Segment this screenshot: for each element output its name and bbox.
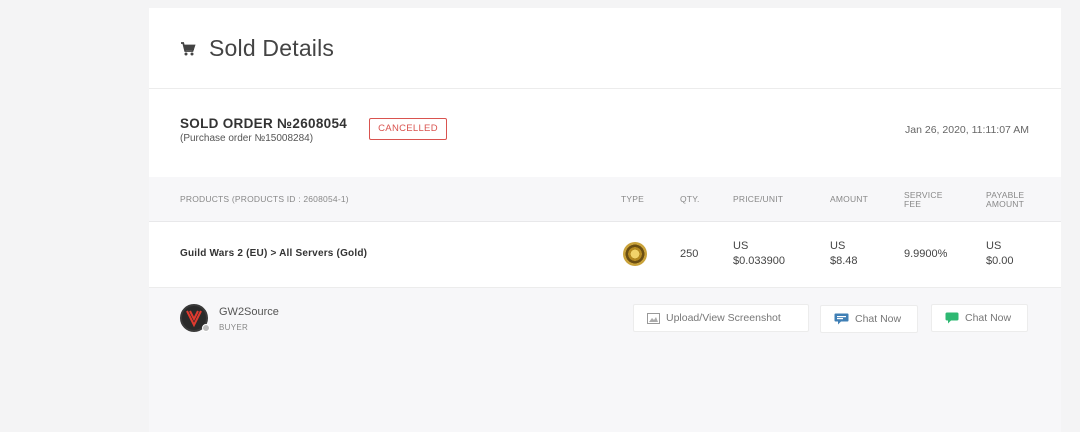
order-date: Jan 26, 2020, 11:11:07 AM [905,124,1029,136]
upload-screenshot-button[interactable]: Upload/View Screenshot [633,304,809,332]
col-price-unit: PRICE/UNIT [733,194,784,204]
gw2-logo-icon [186,310,202,328]
table-row: Guild Wars 2 (EU) > All Servers (Gold) 2… [149,222,1061,288]
order-summary: SOLD ORDER №2608054 (Purchase order №150… [149,89,1061,177]
chat-icon-green [945,312,959,324]
chat-icon-blue [834,313,849,325]
upload-screenshot-label: Upload/View Screenshot [666,312,781,324]
col-type: TYPE [621,194,645,204]
online-status-dot [202,324,210,332]
col-qty: QTY. [680,194,700,204]
chat-now-label-1: Chat Now [855,313,902,325]
cart-icon [181,42,196,56]
page-title: Sold Details [209,34,335,61]
payable-amount-value: US $0.00 [986,240,1014,267]
buyer-name[interactable]: GW2Source [219,306,279,318]
sold-details-card: Sold Details SOLD ORDER №2608054 (Purcha… [149,8,1061,432]
buyer-section: GW2Source BUYER Upload/View Screenshot C… [149,288,1061,432]
chat-now-button-2[interactable]: Chat Now [931,304,1028,332]
chat-now-label-2: Chat Now [965,312,1012,324]
chat-now-button-1[interactable]: Chat Now [820,305,918,333]
col-amount: AMOUNT [830,194,869,204]
table-header: PRODUCTS (PRODUCTS ID : 2608054-1) TYPE … [149,177,1061,222]
price-unit-value: US $0.033900 [733,240,785,267]
image-icon [647,312,660,324]
order-number: SOLD ORDER №2608054 [180,116,348,131]
col-products: PRODUCTS (PRODUCTS ID : 2608054-1) [180,194,349,204]
buyer-role: BUYER [219,323,249,332]
amount-value: US $8.48 [830,240,858,267]
page-header: Sold Details [149,8,1061,89]
col-payable-amount: PAYABLE AMOUNT [986,190,1025,209]
purchase-order-number: (Purchase order №15008284) [180,133,314,144]
product-name: Guild Wars 2 (EU) > All Servers (Gold) [180,248,368,259]
qty-value: 250 [680,248,699,260]
service-fee-value: 9.9900% [904,248,948,260]
status-badge: CANCELLED [369,118,447,140]
col-service-fee: SERVICE FEE [904,190,943,209]
gold-coin-icon [623,242,647,266]
